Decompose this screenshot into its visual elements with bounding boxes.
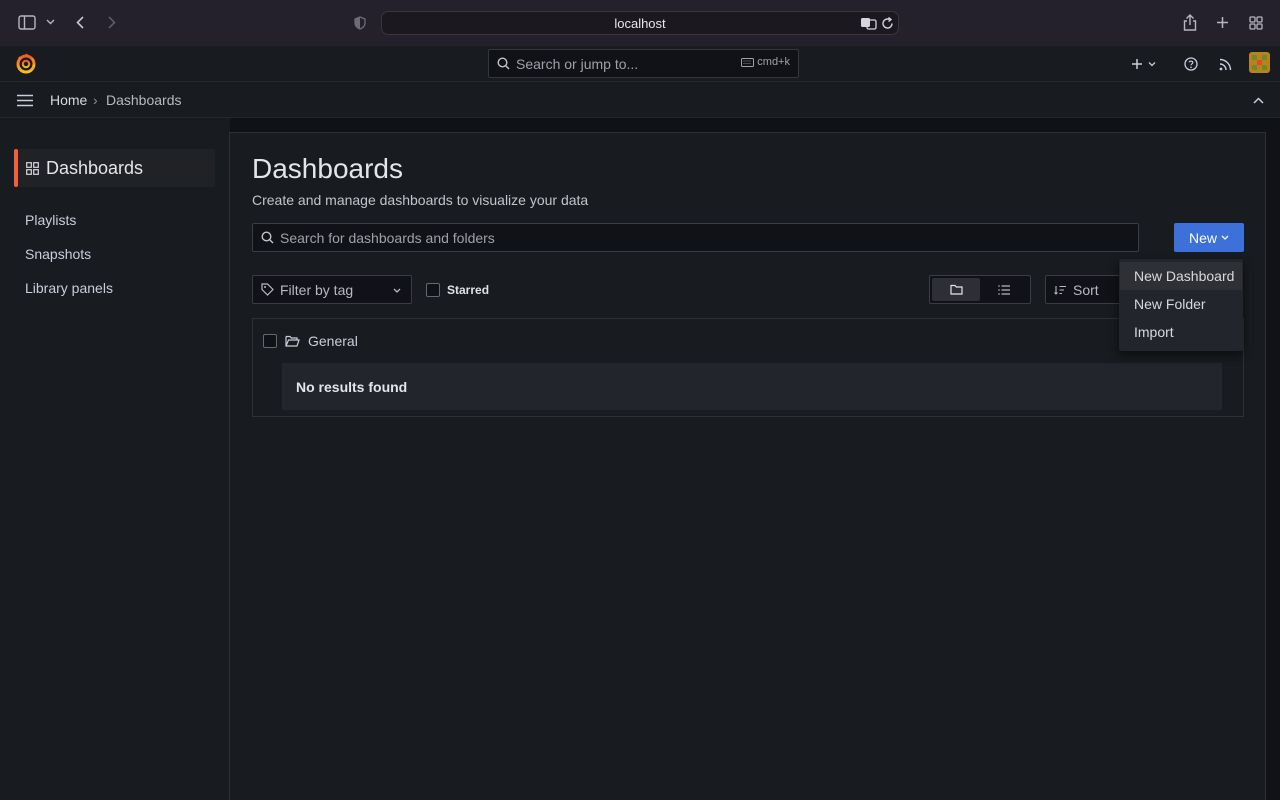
dashboard-search-input[interactable]: Search for dashboards and folders (252, 223, 1139, 252)
folder-list: General No results found (252, 318, 1244, 417)
sidebar-item-playlists[interactable]: Playlists (25, 212, 76, 228)
breadcrumb-home[interactable]: Home (50, 92, 87, 108)
list-view-button[interactable] (980, 278, 1028, 301)
sidebar-item-snapshots[interactable]: Snapshots (25, 246, 91, 262)
new-button[interactable]: New (1174, 223, 1244, 252)
share-icon[interactable] (1182, 13, 1198, 31)
starred-filter[interactable]: Starred (426, 283, 489, 297)
translate-icon[interactable] (859, 16, 877, 30)
keyboard-shortcut: cmd+k (741, 56, 790, 68)
chevron-down-icon (393, 288, 401, 293)
browser-toolbar: localhost (0, 0, 1280, 46)
filter-placeholder: Filter by tag (280, 281, 354, 298)
new-tab-icon[interactable] (1215, 15, 1229, 29)
view-toggle (929, 275, 1031, 304)
search-icon (497, 57, 510, 70)
apps-icon (26, 162, 39, 175)
collapse-chevron-icon[interactable] (1251, 94, 1265, 106)
top-navigation: Search or jump to... cmd+k (0, 46, 1280, 82)
reload-icon[interactable] (881, 16, 895, 30)
sidebar-item-library-panels[interactable]: Library panels (25, 280, 113, 296)
grafana-logo-icon[interactable] (15, 53, 37, 75)
starred-checkbox[interactable] (426, 283, 440, 297)
new-button-label: New (1188, 229, 1217, 246)
menu-item-new-dashboard[interactable]: New Dashboard (1120, 262, 1242, 290)
page-title: Dashboards (252, 153, 403, 184)
folder-name: General (308, 333, 358, 349)
sidebar: Dashboards Playlists Snapshots Library p… (0, 118, 230, 800)
page-subtitle: Create and manage dashboards to visualiz… (252, 192, 589, 208)
help-icon[interactable] (1183, 56, 1199, 72)
privacy-shield-icon[interactable] (353, 15, 367, 31)
url-text: localhost (614, 15, 666, 31)
forward-icon[interactable] (106, 14, 118, 30)
sidebar-section-title: Dashboards (46, 158, 144, 178)
sort-label: Sort (1073, 281, 1099, 298)
dashboard-search-placeholder: Search for dashboards and folders (280, 229, 495, 246)
folder-checkbox[interactable] (263, 334, 277, 348)
sidebar-item-dashboards[interactable]: Dashboards (14, 149, 215, 187)
sidebar-toggle-icon[interactable] (18, 14, 36, 30)
tab-overview-icon[interactable] (1248, 15, 1263, 30)
folder-view-button[interactable] (932, 278, 980, 301)
user-avatar[interactable] (1249, 52, 1270, 73)
back-icon[interactable] (74, 14, 86, 30)
news-feed-icon[interactable] (1218, 57, 1233, 72)
search-placeholder: Search or jump to... (516, 55, 639, 72)
chevron-down-icon (1221, 235, 1229, 240)
folder-open-icon (285, 335, 300, 347)
folder-icon (949, 284, 963, 295)
breadcrumb-separator: › (93, 92, 98, 108)
empty-state: No results found (282, 363, 1222, 410)
folder-item-general[interactable]: General (263, 333, 358, 349)
breadcrumb-current: Dashboards (106, 92, 182, 108)
new-menu: New Dashboard New Folder Import (1119, 259, 1243, 351)
menu-icon[interactable] (16, 93, 34, 107)
search-icon (261, 231, 274, 244)
list-icon (997, 284, 1010, 295)
chevron-down-icon[interactable] (45, 16, 55, 28)
tag-icon (261, 283, 274, 296)
shortcut-text: cmd+k (757, 56, 790, 68)
filter-by-tag-select[interactable]: Filter by tag (252, 275, 412, 304)
address-bar[interactable]: localhost (381, 11, 899, 35)
sort-icon (1054, 285, 1066, 295)
menu-item-new-folder[interactable]: New Folder (1120, 290, 1242, 318)
starred-label: Starred (447, 283, 490, 297)
main-panel: Dashboards Create and manage dashboards … (229, 132, 1266, 800)
menu-item-import[interactable]: Import (1120, 318, 1242, 346)
search-or-jump-input[interactable]: Search or jump to... cmd+k (488, 49, 799, 78)
breadcrumb-bar: Home › Dashboards (0, 82, 1280, 118)
add-new-icon[interactable] (1130, 57, 1158, 71)
keyboard-icon (741, 57, 755, 67)
